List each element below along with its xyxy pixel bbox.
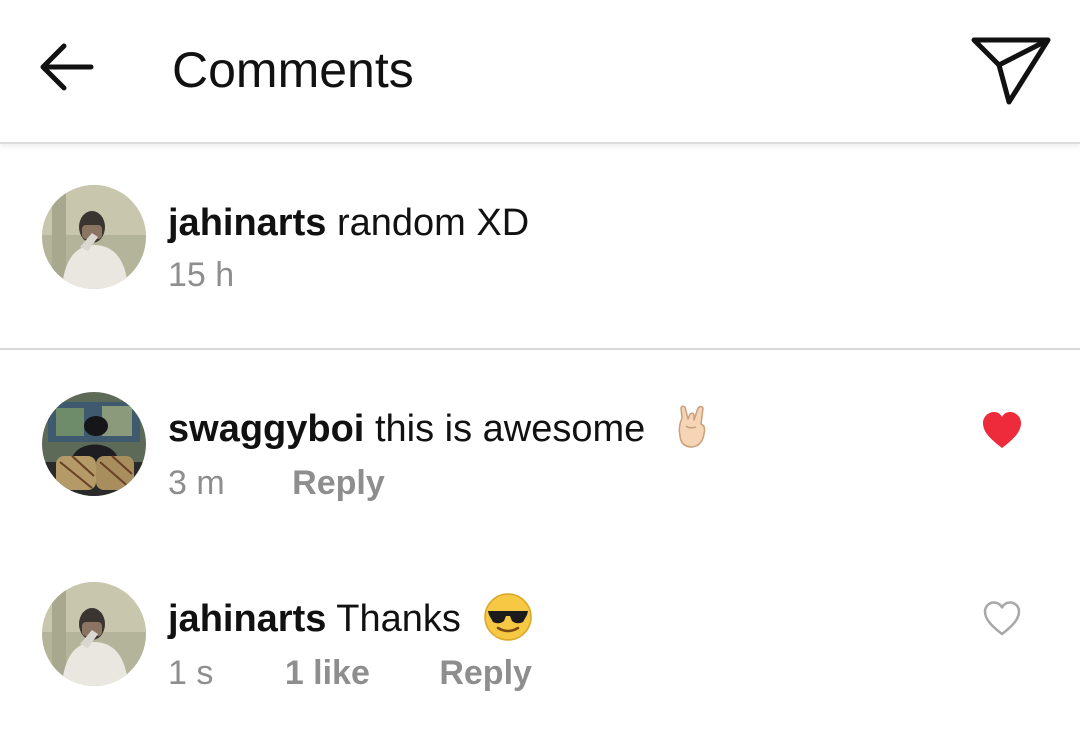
- sunglasses-face-emoji: [484, 593, 533, 641]
- comment-body: Thanks: [336, 598, 461, 641]
- page-title: Comments: [172, 42, 414, 98]
- comment-timestamp: 3 m: [168, 464, 225, 502]
- comment-body: this is awesome: [374, 408, 646, 451]
- reply-button[interactable]: Reply: [292, 462, 385, 504]
- post-caption: jahinarts random XD 15 h: [0, 144, 1080, 350]
- profile-photo-icon: [42, 392, 146, 496]
- comment-text: swaggyboi this is awesome: [168, 405, 718, 456]
- back-button[interactable]: [36, 38, 98, 98]
- arrow-left-icon: [40, 43, 94, 91]
- likes-count[interactable]: 1 like: [285, 652, 370, 694]
- caption-timestamp: 15 h: [168, 256, 235, 294]
- direct-share-button[interactable]: [968, 34, 1054, 108]
- comment-avatar[interactable]: [42, 392, 146, 496]
- caption-body: random XD: [336, 202, 530, 244]
- comment-avatar[interactable]: [42, 582, 146, 686]
- comment-meta: 3 m Reply: [168, 462, 385, 504]
- top-bar: Comments: [0, 0, 1080, 144]
- heart-filled-icon: [983, 412, 1021, 448]
- comment-username[interactable]: swaggyboi: [168, 408, 364, 450]
- comment-text: jahinarts Thanks: [168, 593, 533, 646]
- caption-avatar[interactable]: [42, 185, 146, 289]
- comment-timestamp: 1 s: [168, 654, 214, 692]
- sign-of-the-horns-emoji: [678, 405, 706, 448]
- caption-meta: 15 h: [168, 254, 234, 296]
- caption-text: jahinarts random XD: [168, 200, 529, 246]
- like-button[interactable]: [980, 598, 1024, 638]
- comment-meta: 1 s 1 like Reply: [168, 652, 532, 694]
- comment-item: jahinarts Thanks 1 s 1 like Reply: [0, 540, 1080, 731]
- caption-username[interactable]: jahinarts: [168, 202, 326, 244]
- paper-plane-icon: [971, 37, 1051, 105]
- profile-photo-icon: [42, 185, 146, 289]
- heart-outline-icon: [983, 601, 1021, 636]
- comment-username[interactable]: jahinarts: [168, 598, 326, 640]
- profile-photo-icon: [42, 582, 146, 686]
- reply-button[interactable]: Reply: [439, 652, 532, 694]
- like-button[interactable]: [980, 410, 1024, 450]
- comment-item: swaggyboi this is awesome 3 m Reply: [0, 350, 1080, 540]
